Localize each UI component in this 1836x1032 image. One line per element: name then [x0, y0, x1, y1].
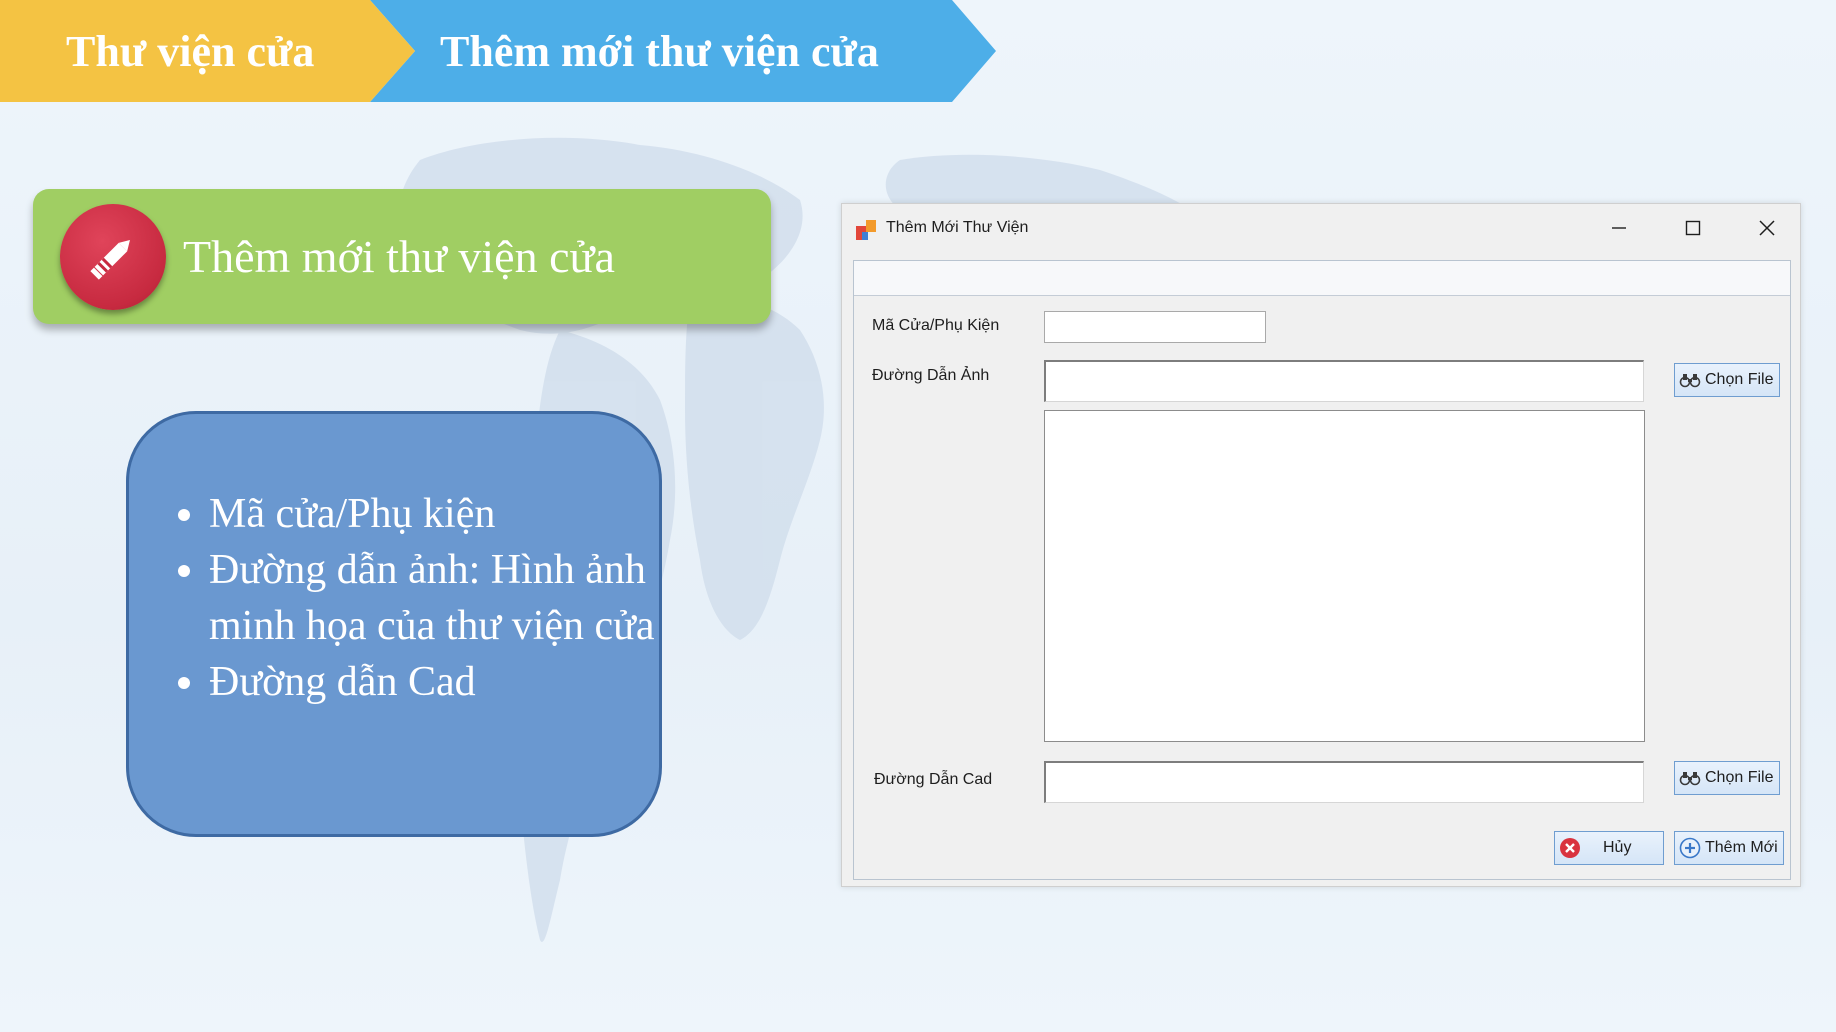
binoculars-icon [1679, 770, 1701, 786]
list-item: Đường dẫn ảnh: Hình ảnh minh họa của thư… [209, 542, 669, 654]
image-path-label: Đường Dẫn Ảnh [872, 367, 990, 384]
close-icon [1759, 220, 1775, 236]
breadcrumb-label: Thư viện cửa [66, 26, 315, 76]
minimize-icon [1612, 227, 1626, 229]
cad-path-input[interactable] [1044, 761, 1644, 803]
add-new-button[interactable]: Thêm Mới [1674, 831, 1784, 865]
breadcrumb-item-add-library[interactable]: Thêm mới thư viện cửa [370, 0, 996, 102]
cancel-button[interactable]: Hủy [1554, 831, 1664, 865]
dialog-title: Thêm Mới Thư Viện [886, 219, 1029, 236]
maximize-button[interactable] [1656, 204, 1730, 252]
dialog-title-bar[interactable]: Thêm Mới Thư Viện [842, 204, 1800, 252]
image-path-input[interactable] [1044, 360, 1644, 402]
dialog-content: Mã Cửa/Phụ Kiện Đường Dẫn Ảnh Chọn File … [853, 260, 1791, 880]
binoculars-icon [1679, 372, 1701, 388]
choose-image-file-button[interactable]: Chọn File [1674, 363, 1780, 397]
add-icon [1679, 837, 1701, 859]
section-header-card: Thêm mới thư viện cửa [33, 189, 771, 324]
image-preview [1044, 410, 1645, 742]
list-item: Mã cửa/Phụ kiện [209, 486, 669, 542]
breadcrumb-label: Thêm mới thư viện cửa [440, 26, 879, 76]
app-icon [856, 220, 876, 240]
minimize-button[interactable] [1582, 204, 1656, 252]
code-label: Mã Cửa/Phụ Kiện [872, 317, 1000, 334]
close-button[interactable] [1730, 204, 1804, 252]
choose-cad-file-button[interactable]: Chọn File [1674, 761, 1780, 795]
list-item: Đường dẫn Cad [209, 654, 669, 710]
maximize-icon [1685, 220, 1701, 236]
choose-file-label: Chọn File [1705, 769, 1774, 786]
info-box: Mã cửa/Phụ kiện Đường dẫn ảnh: Hình ảnh … [126, 411, 662, 837]
add-library-dialog: Thêm Mới Thư Viện Mã Cửa/Phụ Kiện Đường … [841, 203, 1801, 887]
code-input[interactable] [1044, 311, 1266, 343]
choose-file-label: Chọn File [1705, 371, 1774, 388]
cancel-label: Hủy [1603, 839, 1632, 856]
cancel-icon [1559, 837, 1581, 859]
cad-path-label: Đường Dẫn Cad [874, 771, 993, 788]
section-title: Thêm mới thư viện cửa [183, 231, 615, 282]
toolbar-strip [854, 261, 1790, 296]
add-new-label: Thêm Mới [1705, 839, 1778, 856]
info-list: Mã cửa/Phụ kiện Đường dẫn ảnh: Hình ảnh … [167, 486, 669, 710]
pencil-icon [60, 204, 166, 310]
breadcrumb-item-library[interactable]: Thư viện cửa [0, 0, 415, 102]
